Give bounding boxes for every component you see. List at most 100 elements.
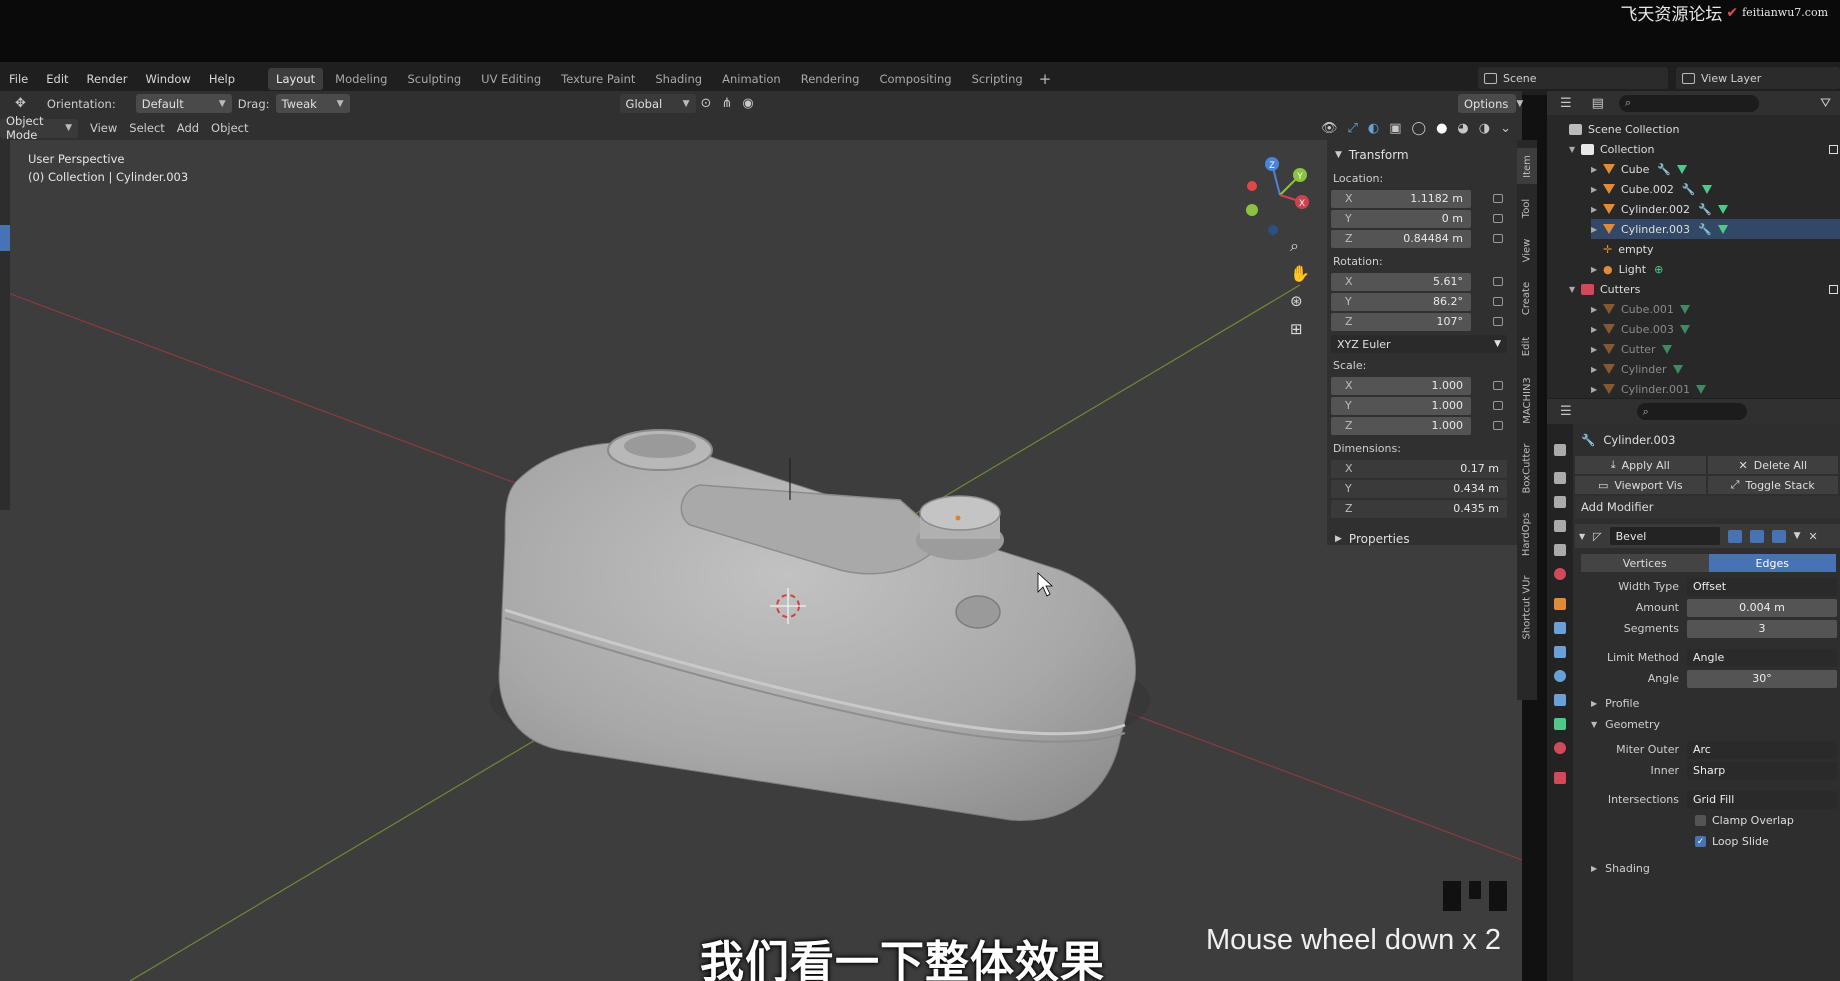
lock-icon[interactable] [1493,401,1503,410]
angle-field[interactable]: 30° [1687,669,1837,688]
outliner-item-light[interactable]: ▶ ● Light ⊕ [1591,259,1840,279]
tab-edit[interactable]: Edit [1517,328,1537,364]
shading-subpanel[interactable]: ▶ Shading [1575,858,1840,879]
menu-help[interactable]: Help [200,72,244,86]
mode-dropdown[interactable]: Object Mode ▼ [0,114,78,142]
lock-icon[interactable] [1493,214,1503,223]
outliner-item-cylinder[interactable]: ▶ Cylinder [1591,359,1840,379]
solid-shading-icon[interactable]: ● [1431,121,1452,136]
menu-edit[interactable]: Edit [37,72,77,86]
lock-icon[interactable] [1493,297,1503,306]
outliner-item-cube-002[interactable]: ▶ Cube.002 🔧 [1591,179,1840,199]
view-layer-tab-icon[interactable] [1554,520,1566,532]
outliner-item-cylinder-002[interactable]: ▶ Cylinder.002 🔧 [1591,199,1840,219]
properties-search-input[interactable]: ⌕ [1636,403,1747,420]
overlay-toggle-icon[interactable]: ◐ [1363,121,1384,136]
dimensions-x-field[interactable]: X 0.17 m [1331,459,1507,478]
lock-icon[interactable] [1493,421,1503,430]
tab-modeling[interactable]: Modeling [327,68,395,90]
gizmo-neg-y[interactable] [1246,204,1258,216]
select-menu[interactable]: Select [123,121,170,135]
tab-animation[interactable]: Animation [714,68,789,90]
location-y-field[interactable]: Y 0 m [1331,209,1471,228]
add-menu[interactable]: Add [171,121,205,135]
tab-texture-paint[interactable]: Texture Paint [553,68,643,90]
rendered-shading-icon[interactable]: ◑ [1474,121,1495,136]
output-tab-icon[interactable] [1554,496,1566,508]
particles-tab-icon[interactable] [1554,646,1566,658]
tab-view[interactable]: View [1517,232,1537,268]
material-tab-icon[interactable] [1554,742,1566,754]
properties-panel-header[interactable]: ▶ Properties [1327,528,1517,550]
gizmo-toggle-icon[interactable]: ⤢ [1342,121,1362,136]
scale-z-field[interactable]: Z 1.000 [1331,416,1471,435]
pan-hand-icon[interactable]: ✋ [1290,264,1310,283]
outliner-item-cylinder-003[interactable]: ▶ Cylinder.003 🔧 [1591,219,1840,239]
navigation-gizmo[interactable]: Z Y X [1240,150,1320,240]
rotation-x-field[interactable]: X 5.61° [1331,272,1471,291]
rotation-y-field[interactable]: Y 86.2° [1331,292,1471,311]
chevron-down-icon[interactable]: ▼ [1794,531,1801,541]
zoom-icon[interactable]: ⌕ [1290,236,1299,256]
tab-create[interactable]: Create [1517,274,1537,322]
miter-outer-dropdown[interactable]: Arc [1687,740,1837,759]
expand-icon[interactable]: ▼ [1579,532,1585,541]
outliner-item-cylinder-001[interactable]: ▶ Cylinder.001 [1591,379,1840,399]
tab-item[interactable]: Item [1517,148,1537,184]
tool-tab-icon[interactable] [1554,444,1566,456]
texture-tab-icon[interactable] [1554,772,1566,784]
viewport-vis-button[interactable]: ▭ Viewport Vis [1575,476,1706,494]
xray-icon[interactable]: ▣ [1384,121,1406,136]
visibility-icon[interactable]: 👁 [1316,121,1343,136]
world-tab-icon[interactable] [1554,568,1566,580]
editor-type-icon[interactable]: ☰ [1555,96,1577,111]
tab-boxcutter[interactable]: BoxCutter [1517,436,1537,500]
rotation-mode-dropdown[interactable]: XYZ Euler ▼ [1331,335,1507,353]
rotation-z-field[interactable]: Z 107° [1331,312,1471,331]
cutters-collection-row[interactable]: ▼ Cutters [1569,279,1840,299]
data-tab-icon[interactable] [1554,718,1566,730]
3d-viewport[interactable]: User Perspective (0) Collection | Cylind… [0,140,1522,981]
view-menu[interactable]: View [84,121,123,135]
viewport-toggle[interactable] [1749,529,1764,543]
width-type-dropdown[interactable]: Offset [1687,577,1837,596]
outliner-item-cube[interactable]: ▶ Cube 🔧 [1591,159,1840,179]
scene-selector[interactable]: Scene [1478,67,1668,89]
modifier-name-input[interactable]: Bevel [1609,527,1720,545]
collection-row[interactable]: ▼ Collection [1569,139,1840,159]
add-modifier-dropdown[interactable]: Add Modifier [1575,496,1840,518]
scale-y-field[interactable]: Y 1.000 [1331,396,1471,415]
tab-shortcut-vur[interactable]: Shortcut VUr [1517,568,1537,646]
transform-panel-header[interactable]: ▼ Transform [1327,144,1517,166]
proportional-edit-icon[interactable]: ◉ [737,96,758,111]
tab-compositing[interactable]: Compositing [871,68,959,90]
segments-field[interactable]: 3 [1687,619,1837,638]
delete-all-button[interactable]: ✕ Delete All [1707,456,1838,474]
filter-icon[interactable]: ⛛ [1815,96,1836,111]
profile-subpanel[interactable]: ▶ Profile [1575,693,1840,714]
bevel-modifier-header[interactable]: ▼ ◸ Bevel ▼ ✕ [1575,524,1840,548]
vertices-option[interactable]: Vertices [1581,554,1709,572]
lock-icon[interactable] [1493,194,1503,203]
loop-slide-checkbox[interactable]: ✓ [1695,836,1706,847]
pivot-icon[interactable]: ⊙ [696,96,717,111]
gizmo-neg-z[interactable] [1268,225,1278,235]
orientation-dropdown[interactable]: Default ▼ [135,94,232,113]
display-mode-icon[interactable]: ▤ [1587,96,1609,111]
modifier-tab-icon[interactable] [1554,622,1566,634]
clamp-overlap-row[interactable]: Clamp Overlap [1575,810,1840,831]
tab-layout[interactable]: Layout [268,67,324,90]
geometry-subpanel[interactable]: ▼ Geometry [1575,714,1840,735]
scale-x-field[interactable]: X 1.000 [1331,376,1471,395]
close-icon[interactable]: ✕ [1809,530,1818,543]
lock-icon[interactable] [1493,317,1503,326]
lock-icon[interactable] [1493,234,1503,243]
location-z-field[interactable]: Z 0.84484 m [1331,229,1471,248]
add-workspace-button[interactable]: + [1033,70,1058,88]
tab-scripting[interactable]: Scripting [964,68,1031,90]
tab-rendering[interactable]: Rendering [793,68,868,90]
outliner-item-cube-003[interactable]: ▶ Cube.003 [1591,319,1840,339]
wireframe-shading-icon[interactable]: ◯ [1407,121,1432,136]
loop-slide-row[interactable]: ✓ Loop Slide [1575,831,1840,852]
physics-tab-icon[interactable] [1554,670,1566,682]
